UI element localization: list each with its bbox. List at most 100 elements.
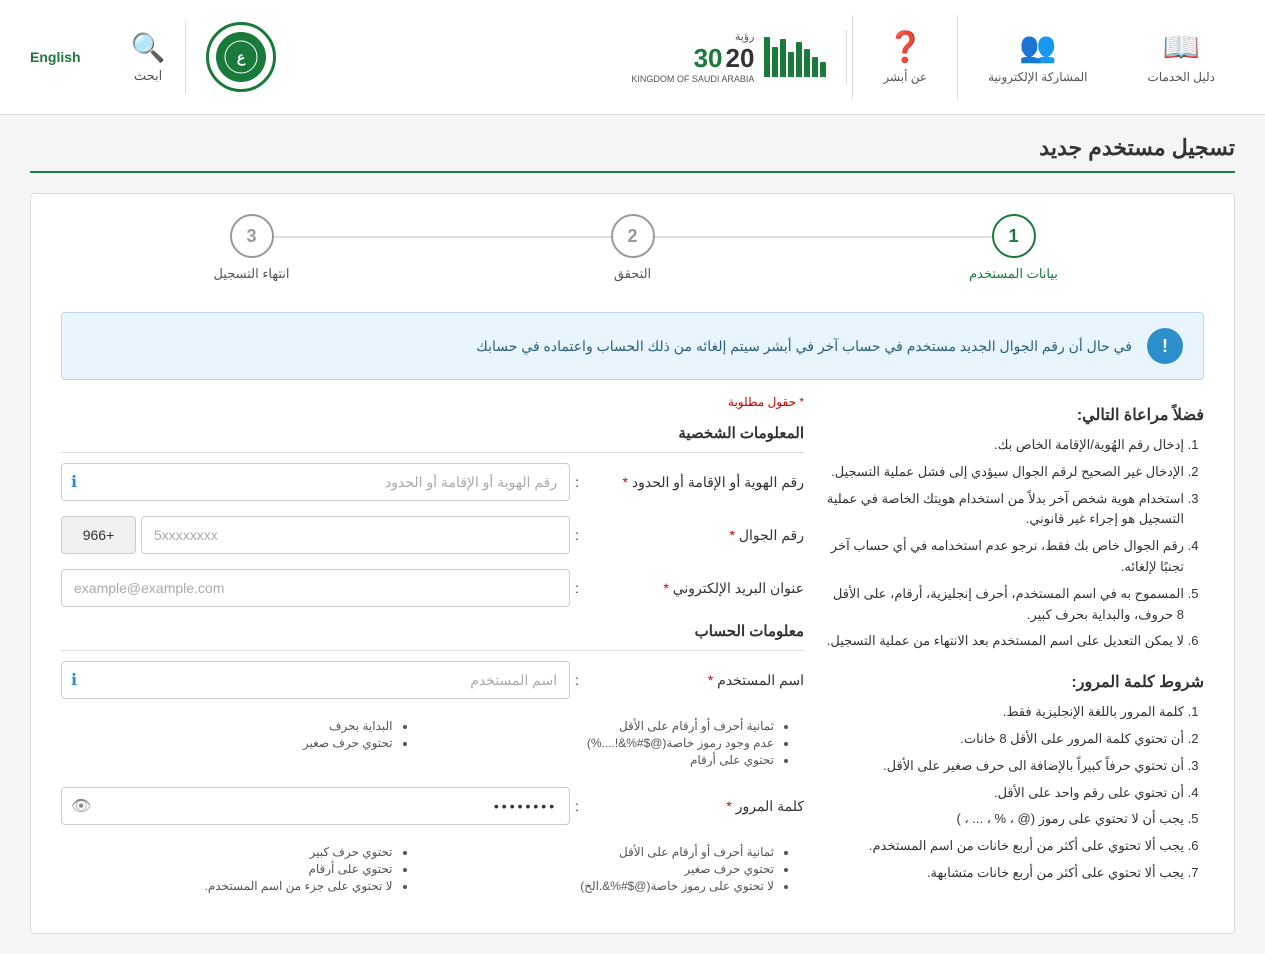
username-label: اسم المستخدم * — [584, 672, 804, 689]
password-hint-l2: تحتوي على أرقام — [61, 862, 393, 876]
nav-about-absher[interactable]: ❓ عن أبشر — [852, 15, 957, 99]
vision-year-block: 20 30 — [631, 43, 754, 74]
note-item-1: إدخال رقم الهُوية/الإقامة الخاص بك. — [824, 435, 1184, 456]
id-label: رقم الهوية أو الإقامة أو الحدود * — [584, 474, 804, 491]
username-input-container: ℹ — [61, 661, 570, 699]
email-label: عنوان البريد الإلكتروني * — [584, 580, 804, 597]
password-hint-col-right: ثمانية أحرف أو أرقام على الأقل تحتوي حرف… — [443, 840, 795, 898]
password-hint-l1: تحتوي حرف كبير — [61, 845, 393, 859]
id-colon: : — [575, 474, 579, 490]
mobile-form-group: رقم الجوال * : +966 — [61, 516, 804, 554]
personal-info-title: المعلومات الشخصية — [61, 424, 804, 442]
username-colon: : — [575, 672, 579, 688]
page-title-section: تسجيل مستخدم جديد — [30, 135, 1235, 173]
pwd-cond-7: يجب ألا تحتوي على أكثر من أربع خانات متش… — [824, 863, 1184, 884]
id-input-container: ℹ — [61, 463, 570, 501]
svg-text:ع: ع — [237, 49, 246, 66]
nav-e-participation[interactable]: 👥 المشاركة الإلكترونية — [957, 15, 1117, 99]
alert-text: في حال أن رقم الجوال الجديد مستخدم في حس… — [476, 335, 1132, 357]
share-icon: 👥 — [1019, 30, 1056, 65]
step-3-number: 3 — [247, 226, 257, 247]
book-icon: 📖 — [1163, 30, 1200, 65]
required-note: * حقول مطلوبة — [61, 395, 804, 409]
vision-year-green: 30 — [694, 43, 723, 74]
pwd-cond-4: أن تحتوي على رقم واحد على الأقل. — [824, 783, 1184, 804]
password-hint-l3: لا تحتوي على جزء من اسم المستخدم. — [61, 879, 393, 893]
password-hint-r2: تحتوي حرف صغير — [443, 862, 775, 876]
password-input-wrap: 👁 — [61, 787, 570, 825]
password-right-hints: ثمانية أحرف أو أرقام على الأقل تحتوي حرف… — [443, 845, 795, 893]
password-conditions-title: شروط كلمة المرور: — [824, 672, 1204, 692]
password-conditions-list: كلمة المرور باللغة الإنجليزية فقط. أن تح… — [824, 702, 1204, 884]
page-title: تسجيل مستخدم جديد — [30, 135, 1235, 161]
username-left-hints: البداية بحرف تحتوي حرف صغير — [61, 719, 413, 750]
step-3: 3 انتهاء التسجيل — [61, 214, 442, 282]
phone-prefix: +966 — [61, 516, 136, 554]
username-hint-r3: تحتوي على أرقام — [443, 753, 775, 767]
password-hint-r3: لا تحتوي على رموز خاصة(@$#%&.الخ) — [443, 879, 775, 893]
form-layout: فضلاً مراعاة التالي: إدخال رقم الهُوية/ا… — [61, 395, 1204, 913]
kingdom-label: KINGDOM OF SAUDI ARABIA — [631, 74, 754, 84]
username-form-group: اسم المستخدم * : ℹ — [61, 661, 804, 699]
vision-year: 20 — [726, 43, 755, 74]
language-switch[interactable]: English — [20, 49, 91, 65]
password-hints: ثمانية أحرف أو أرقام على الأقل تحتوي حرف… — [61, 840, 804, 898]
note-item-2: الإدخال غير الصحيح لرقم الجوال سيؤدي إلى… — [824, 462, 1184, 483]
password-eye-icon[interactable]: 👁 — [71, 796, 91, 816]
id-input-wrap: ℹ — [61, 463, 570, 501]
site-logo: ع — [206, 22, 276, 92]
alert-icon: ! — [1147, 328, 1183, 364]
password-input[interactable] — [61, 787, 570, 825]
steps-row: 1 بيانات المستخدم 2 التحقق 3 انتهاء التس… — [61, 214, 1204, 297]
nav-e-participation-label: المشاركة الإلكترونية — [988, 70, 1087, 84]
step-2-label: التحقق — [614, 266, 651, 282]
personal-divider — [61, 452, 804, 453]
note-item-4: رقم الجوال خاص بك فقط، نرجو عدم استخدامه… — [824, 536, 1184, 578]
header: 📖 دليل الخدمات 👥 المشاركة الإلكترونية ❓ … — [0, 0, 1265, 115]
notes-title: فضلاً مراعاة التالي: — [824, 405, 1204, 425]
email-input[interactable] — [61, 569, 570, 607]
username-hints: ثمانية أحرف أو أرقام على الأقل عدم وجود … — [61, 714, 804, 772]
search-icon: 🔍 — [131, 31, 166, 64]
vision-logo: رؤية 20 30 KINGDOM OF SAUDI ARABIA — [631, 30, 847, 84]
mobile-colon: : — [575, 527, 579, 543]
notes-panel: فضلاً مراعاة التالي: إدخال رقم الهُوية/ا… — [824, 395, 1204, 913]
email-colon: : — [575, 580, 579, 596]
info-icon: ❓ — [887, 30, 924, 65]
vision-bars-chart — [764, 37, 826, 77]
pwd-cond-2: أن تحتوي كلمة المرور على الأقل 8 خانات. — [824, 729, 1184, 750]
vision-text-block: رؤية 20 30 KINGDOM OF SAUDI ARABIA — [631, 30, 754, 84]
step-2-number: 2 — [628, 226, 638, 247]
password-form-group: كلمة المرور * : 👁 — [61, 787, 804, 825]
id-input[interactable] — [61, 463, 570, 501]
main-content: تسجيل مستخدم جديد 1 بيانات المستخدم 2 ال… — [0, 115, 1265, 954]
pwd-cond-3: أن تحتوي حرفاً كبيراً بالإضافة الى حرف ص… — [824, 756, 1184, 777]
step-1-number: 1 — [1009, 226, 1019, 247]
search-button[interactable]: 🔍 ابحث — [111, 21, 187, 94]
username-hint-col-left: البداية بحرف تحتوي حرف صغير — [61, 714, 413, 772]
id-info-icon[interactable]: ℹ — [71, 472, 77, 492]
password-left-hints: تحتوي حرف كبير تحتوي على أرقام لا تحتوي … — [61, 845, 413, 893]
registration-container: 1 بيانات المستخدم 2 التحقق 3 انتهاء التس… — [30, 193, 1235, 934]
mobile-label: رقم الجوال * — [584, 527, 804, 544]
password-hint-columns: ثمانية أحرف أو أرقام على الأقل تحتوي حرف… — [61, 840, 794, 898]
logo-inner: ع — [216, 32, 266, 82]
mobile-input-wrap: +966 — [61, 516, 570, 554]
step-2-circle: 2 — [611, 214, 655, 258]
id-form-group: رقم الهوية أو الإقامة أو الحدود * : ℹ — [61, 463, 804, 501]
pwd-cond-6: يجب ألا تحتوي على أكثر من أربع خانات من … — [824, 836, 1184, 857]
password-required-star: * — [726, 798, 731, 814]
username-input[interactable] — [61, 661, 570, 699]
password-label: كلمة المرور * — [584, 798, 804, 815]
username-hint-r1: ثمانية أحرف أو أرقام على الأقل — [443, 719, 775, 733]
email-input-wrap — [61, 569, 570, 607]
phone-number-input[interactable] — [141, 516, 570, 554]
search-label: ابحث — [134, 68, 162, 84]
username-info-icon[interactable]: ℹ — [71, 670, 77, 690]
username-required-star: * — [708, 672, 713, 688]
pwd-cond-1: كلمة المرور باللغة الإنجليزية فقط. — [824, 702, 1184, 723]
nav-services-guide[interactable]: 📖 دليل الخدمات — [1118, 15, 1245, 99]
username-hint-col-right: ثمانية أحرف أو أرقام على الأقل عدم وجود … — [443, 714, 795, 772]
note-item-3: استخدام هوية شخص آخر بدلاً من استخدام هو… — [824, 489, 1184, 531]
note-item-6: لا يمكن التعديل على اسم المستخدم بعد الا… — [824, 631, 1184, 652]
